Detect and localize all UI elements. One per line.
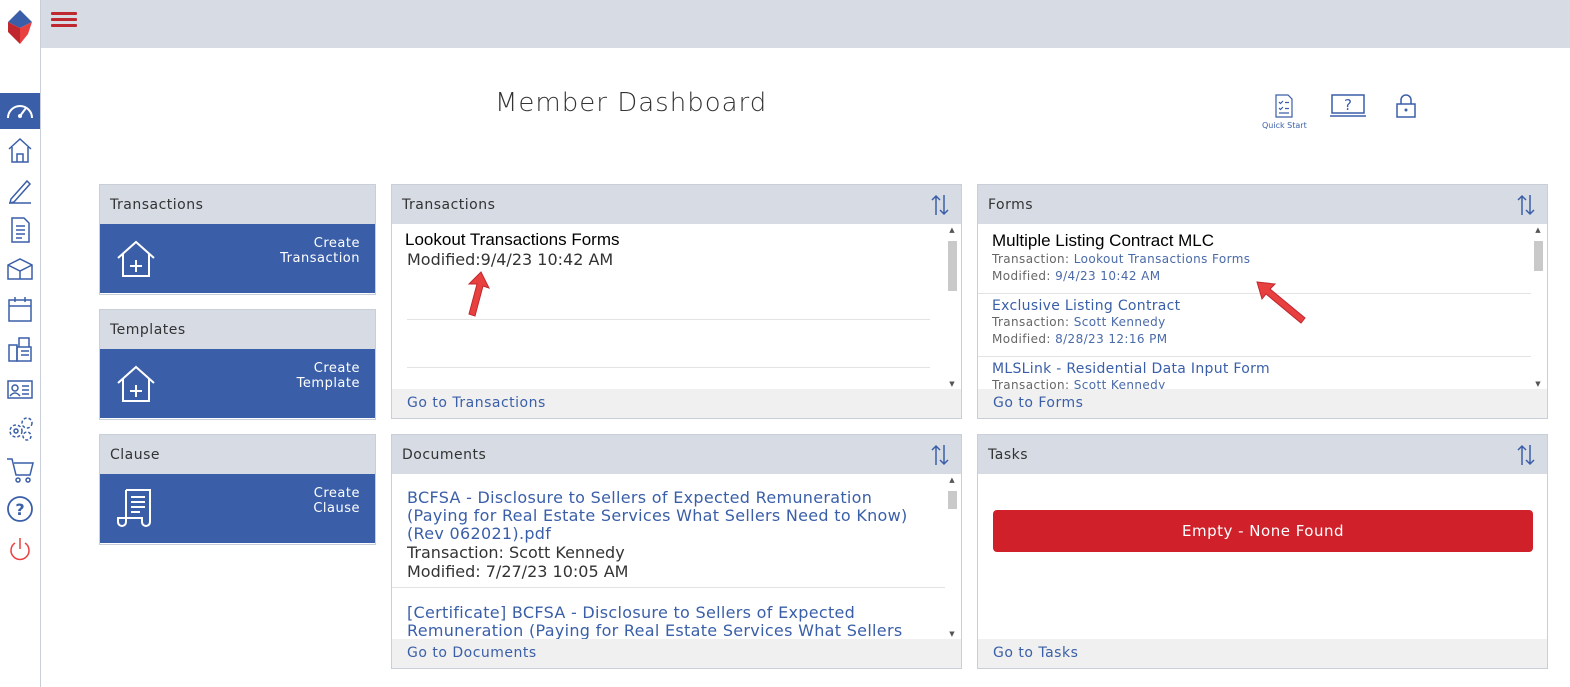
modified-label: Modified:	[992, 332, 1056, 346]
documents-panel: Documents BCFSA - Disclosure to Sellers …	[391, 434, 962, 669]
create-target-label: Clause	[313, 501, 360, 516]
transaction-label: Transaction:	[992, 315, 1074, 329]
box-icon[interactable]	[4, 253, 36, 285]
item-title[interactable]: [Certificate] BCFSA - Disclosure to Sell…	[407, 604, 933, 640]
checklist-icon	[1275, 94, 1293, 118]
house-plus-icon	[117, 365, 155, 402]
go-to-documents-link[interactable]: Go to Documents	[392, 639, 961, 668]
panel-title: Forms	[988, 196, 1034, 213]
go-to-tasks-link[interactable]: Go to Tasks	[978, 639, 1547, 668]
sort-icon[interactable]	[929, 193, 951, 217]
transaction-value[interactable]: Scott Kennedy	[1074, 315, 1166, 329]
create-label: Create	[313, 361, 360, 376]
sort-icon[interactable]	[929, 443, 951, 467]
quick-start-label: Quick Start	[1262, 121, 1307, 130]
modified-value: 9/4/23 10:42 AM	[480, 250, 614, 269]
scrollbar[interactable]: ▲ ▼	[945, 225, 959, 389]
pen-icon[interactable]	[4, 174, 36, 206]
house-plus-icon	[117, 240, 155, 277]
empty-none-found-banner: Empty - None Found	[993, 510, 1533, 552]
create-transaction-button[interactable]: Create Transaction	[100, 224, 375, 293]
dashboard-icon[interactable]	[0, 93, 40, 129]
panel-title: Documents	[402, 446, 487, 463]
create-clause-button[interactable]: Create Clause	[100, 474, 375, 543]
modified-value: 7/27/23 10:05 AM	[485, 562, 629, 581]
page-title: Member Dashboard	[495, 88, 768, 118]
svg-text:?: ?	[1344, 96, 1352, 114]
transaction-value[interactable]: Scott Kennedy	[509, 543, 625, 562]
modified-label: Modified:	[407, 562, 486, 581]
monitor-help-icon[interactable]: ?	[1330, 93, 1366, 119]
tasks-panel: Tasks Empty - None Found Go to Tasks	[977, 434, 1548, 669]
contact-card-icon[interactable]	[4, 373, 36, 405]
modified-value: 8/28/23 12:16 PM	[1055, 332, 1168, 346]
item-title[interactable]: Multiple Listing Contract MLC	[992, 231, 1519, 251]
transactions-tile: Transactions Create Transaction	[99, 184, 376, 295]
panel-title: Transactions	[402, 196, 496, 213]
sort-icon[interactable]	[1515, 193, 1537, 217]
go-to-transactions-link[interactable]: Go to Transactions	[392, 389, 961, 418]
templates-tile: Templates Create Template	[99, 309, 376, 420]
lock-icon[interactable]	[1395, 93, 1417, 119]
transaction-value[interactable]: Scott Kennedy	[1074, 378, 1166, 389]
help-icon[interactable]: ?	[4, 493, 36, 525]
item-title[interactable]: MLSLink - Residential Data Input Form	[992, 361, 1519, 377]
document-icon[interactable]	[4, 214, 36, 246]
home-icon[interactable]	[4, 134, 36, 166]
list-item[interactable]: BCFSA - Disclosure to Sellers of Expecte…	[392, 475, 945, 588]
create-label: Create	[313, 486, 360, 501]
scrollbar[interactable]: ▲ ▼	[1531, 225, 1545, 389]
go-to-forms-link[interactable]: Go to Forms	[978, 389, 1547, 418]
menu-icon[interactable]	[51, 12, 77, 30]
settings-icon[interactable]	[4, 413, 36, 445]
power-icon[interactable]	[4, 533, 36, 565]
annotation-arrow	[467, 271, 490, 317]
top-bar	[41, 0, 1570, 48]
sort-icon[interactable]	[1515, 443, 1537, 467]
transaction-label: Transaction:	[407, 543, 510, 562]
tile-title: Templates	[110, 321, 186, 338]
quick-start-button[interactable]: Quick Start	[1262, 93, 1307, 130]
create-label: Create	[313, 236, 360, 251]
create-template-button[interactable]: Create Template	[100, 349, 375, 418]
create-target-label: Template	[296, 376, 360, 391]
clause-tile: Clause Create Clause	[99, 434, 376, 545]
list-item[interactable]: [Certificate] BCFSA - Disclosure to Sell…	[392, 588, 945, 640]
modified-label: Modified:	[992, 269, 1056, 283]
fax-icon[interactable]	[4, 333, 36, 365]
divider	[407, 367, 930, 368]
sidebar: ?	[0, 0, 41, 687]
tile-title: Transactions	[110, 196, 204, 213]
tile-title: Clause	[110, 446, 161, 463]
annotation-arrow	[1256, 281, 1306, 324]
scrollbar[interactable]: ▲ ▼	[945, 475, 959, 639]
calendar-icon[interactable]	[4, 293, 36, 325]
item-title[interactable]: Lookout Transactions Forms	[405, 230, 933, 250]
list-item[interactable]: MLSLink - Residential Data Input Form Tr…	[978, 357, 1531, 389]
create-target-label: Transaction	[280, 251, 360, 266]
panel-title: Tasks	[988, 446, 1029, 463]
documents-list: BCFSA - Disclosure to Sellers of Expecte…	[392, 475, 945, 639]
transaction-label: Transaction:	[992, 252, 1074, 266]
scroll-icon	[117, 489, 151, 527]
transaction-label: Transaction:	[992, 378, 1074, 389]
modified-value: 9/4/23 10:42 AM	[1055, 269, 1161, 283]
item-title[interactable]: BCFSA - Disclosure to Sellers of Expecte…	[407, 489, 933, 543]
transaction-value[interactable]: Lookout Transactions Forms	[1074, 252, 1251, 266]
app-logo	[8, 10, 32, 44]
list-item[interactable]: Lookout Transactions Forms Modified:9/4/…	[392, 225, 945, 269]
svg-text:?: ?	[15, 500, 24, 519]
cart-icon[interactable]	[4, 453, 36, 485]
